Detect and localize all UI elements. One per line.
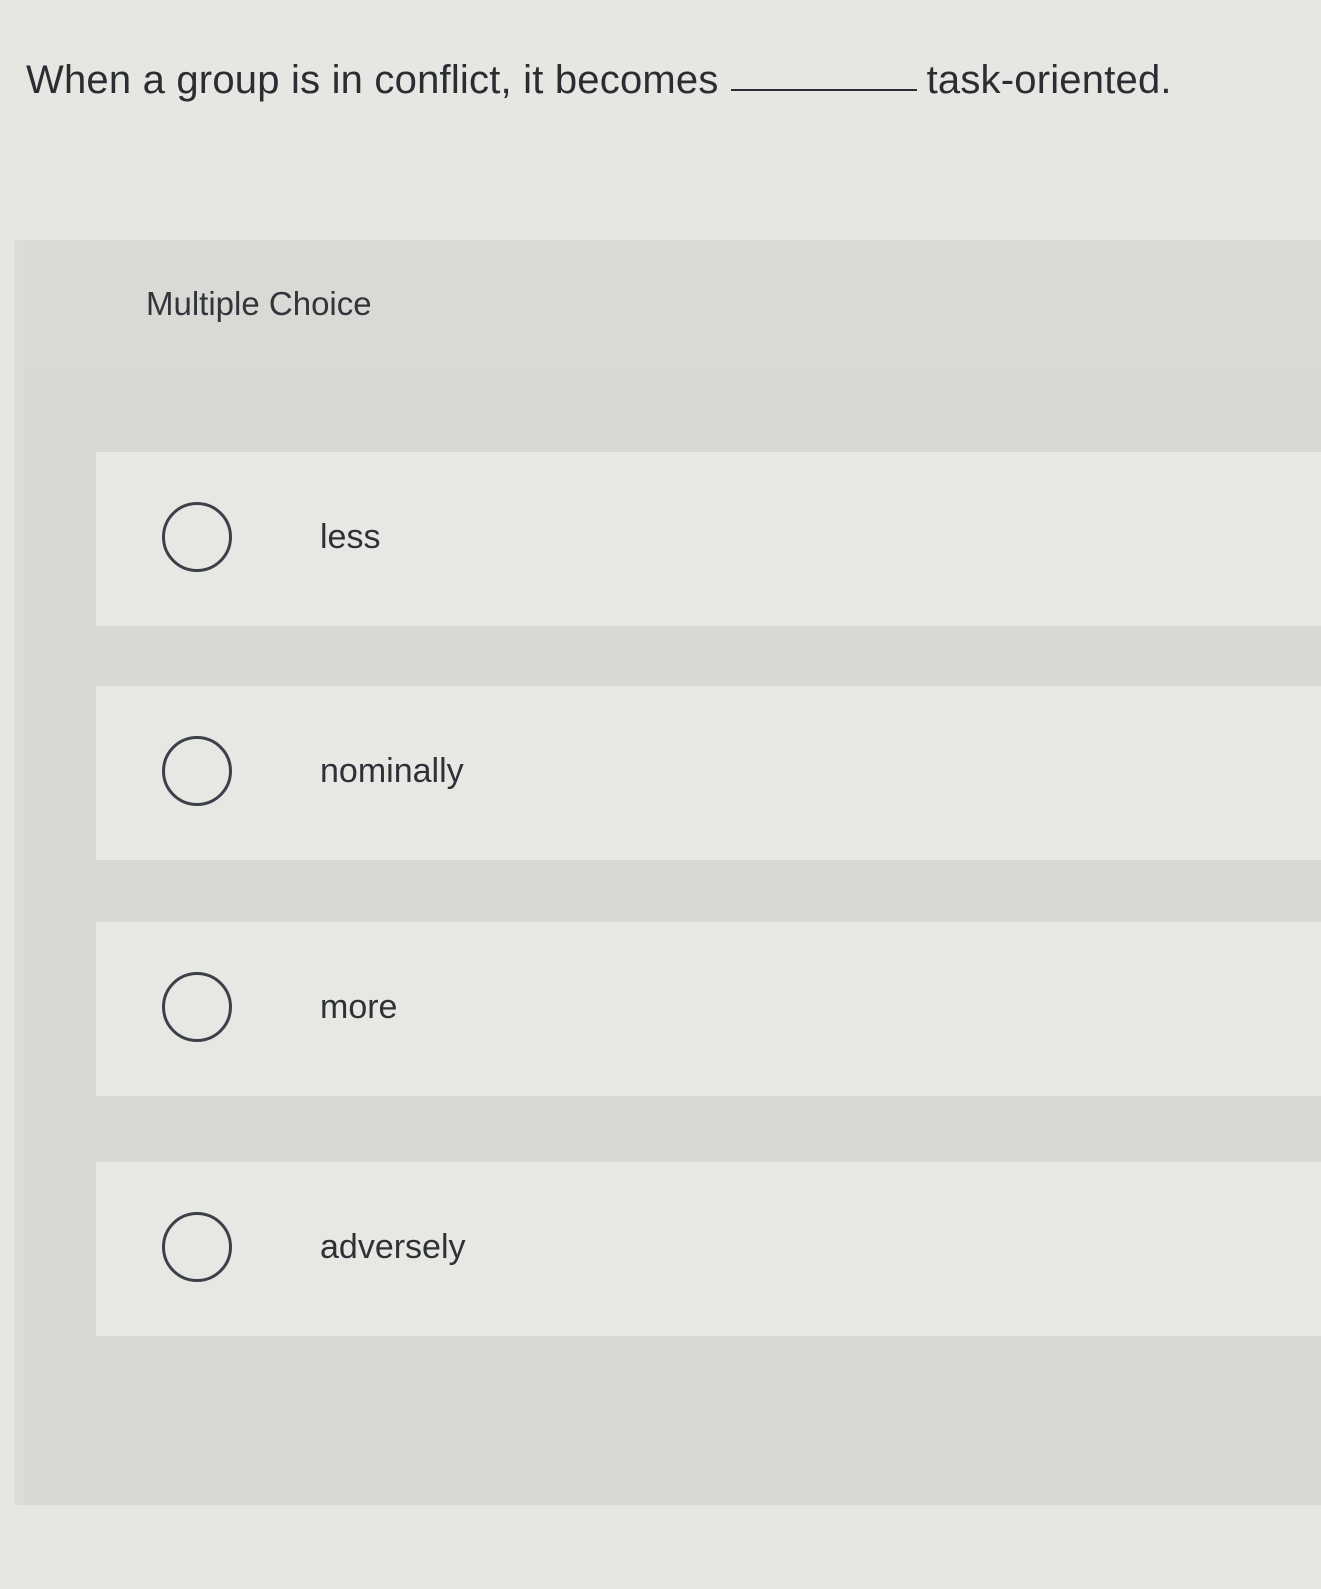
- option-label: adversely: [320, 1228, 466, 1266]
- radio-button[interactable]: [162, 972, 232, 1042]
- answer-blank: [730, 89, 917, 91]
- option-nominally[interactable]: nominally: [96, 686, 1321, 860]
- question-text-before-blank: When a group is in conflict, it becomes: [26, 58, 719, 102]
- options-list: less nominally more adversely: [24, 368, 1321, 1505]
- panel-header: Multiple Choice: [24, 240, 1321, 368]
- option-label: less: [320, 518, 381, 556]
- question-text: When a group is in conflict, it becomes t…: [26, 52, 1172, 108]
- option-more[interactable]: more: [96, 922, 1321, 1096]
- question-text-after-blank: task-oriented.: [926, 58, 1172, 102]
- option-label: more: [320, 988, 398, 1026]
- option-less[interactable]: less: [96, 452, 1321, 626]
- option-label: nominally: [320, 752, 464, 790]
- option-adversely[interactable]: adversely: [96, 1162, 1321, 1336]
- question-type-label: Multiple Choice: [146, 285, 372, 322]
- radio-button[interactable]: [162, 736, 232, 806]
- radio-button[interactable]: [162, 1212, 232, 1282]
- multiple-choice-panel: Multiple Choice less nominally more adve…: [14, 240, 1321, 1505]
- radio-button[interactable]: [162, 502, 232, 572]
